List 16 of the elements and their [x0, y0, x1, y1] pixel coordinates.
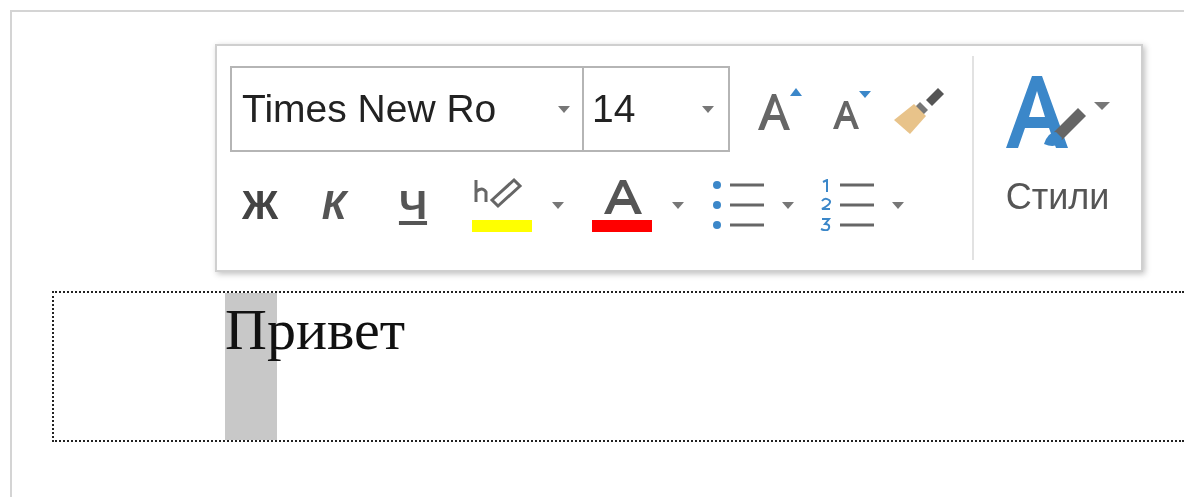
font-name-field[interactable]: Times New Ro — [230, 66, 584, 152]
styles-button[interactable]: Стили — [974, 46, 1141, 270]
underline-button[interactable]: Ч — [378, 175, 448, 235]
italic-button[interactable]: К — [304, 175, 364, 235]
document-text: Привет — [225, 297, 406, 362]
caret-icon — [782, 201, 794, 209]
font-size-field[interactable]: 14 — [584, 66, 730, 152]
bullet-list-icon — [712, 179, 766, 231]
highlighter-icon — [472, 176, 534, 234]
caret-icon — [702, 105, 714, 113]
caret-icon — [558, 105, 570, 113]
bold-button[interactable]: Ж — [230, 175, 290, 235]
caret-icon — [552, 201, 564, 209]
caret-icon — [672, 201, 684, 209]
caret-icon — [892, 201, 904, 209]
numbered-list-icon — [820, 179, 876, 231]
